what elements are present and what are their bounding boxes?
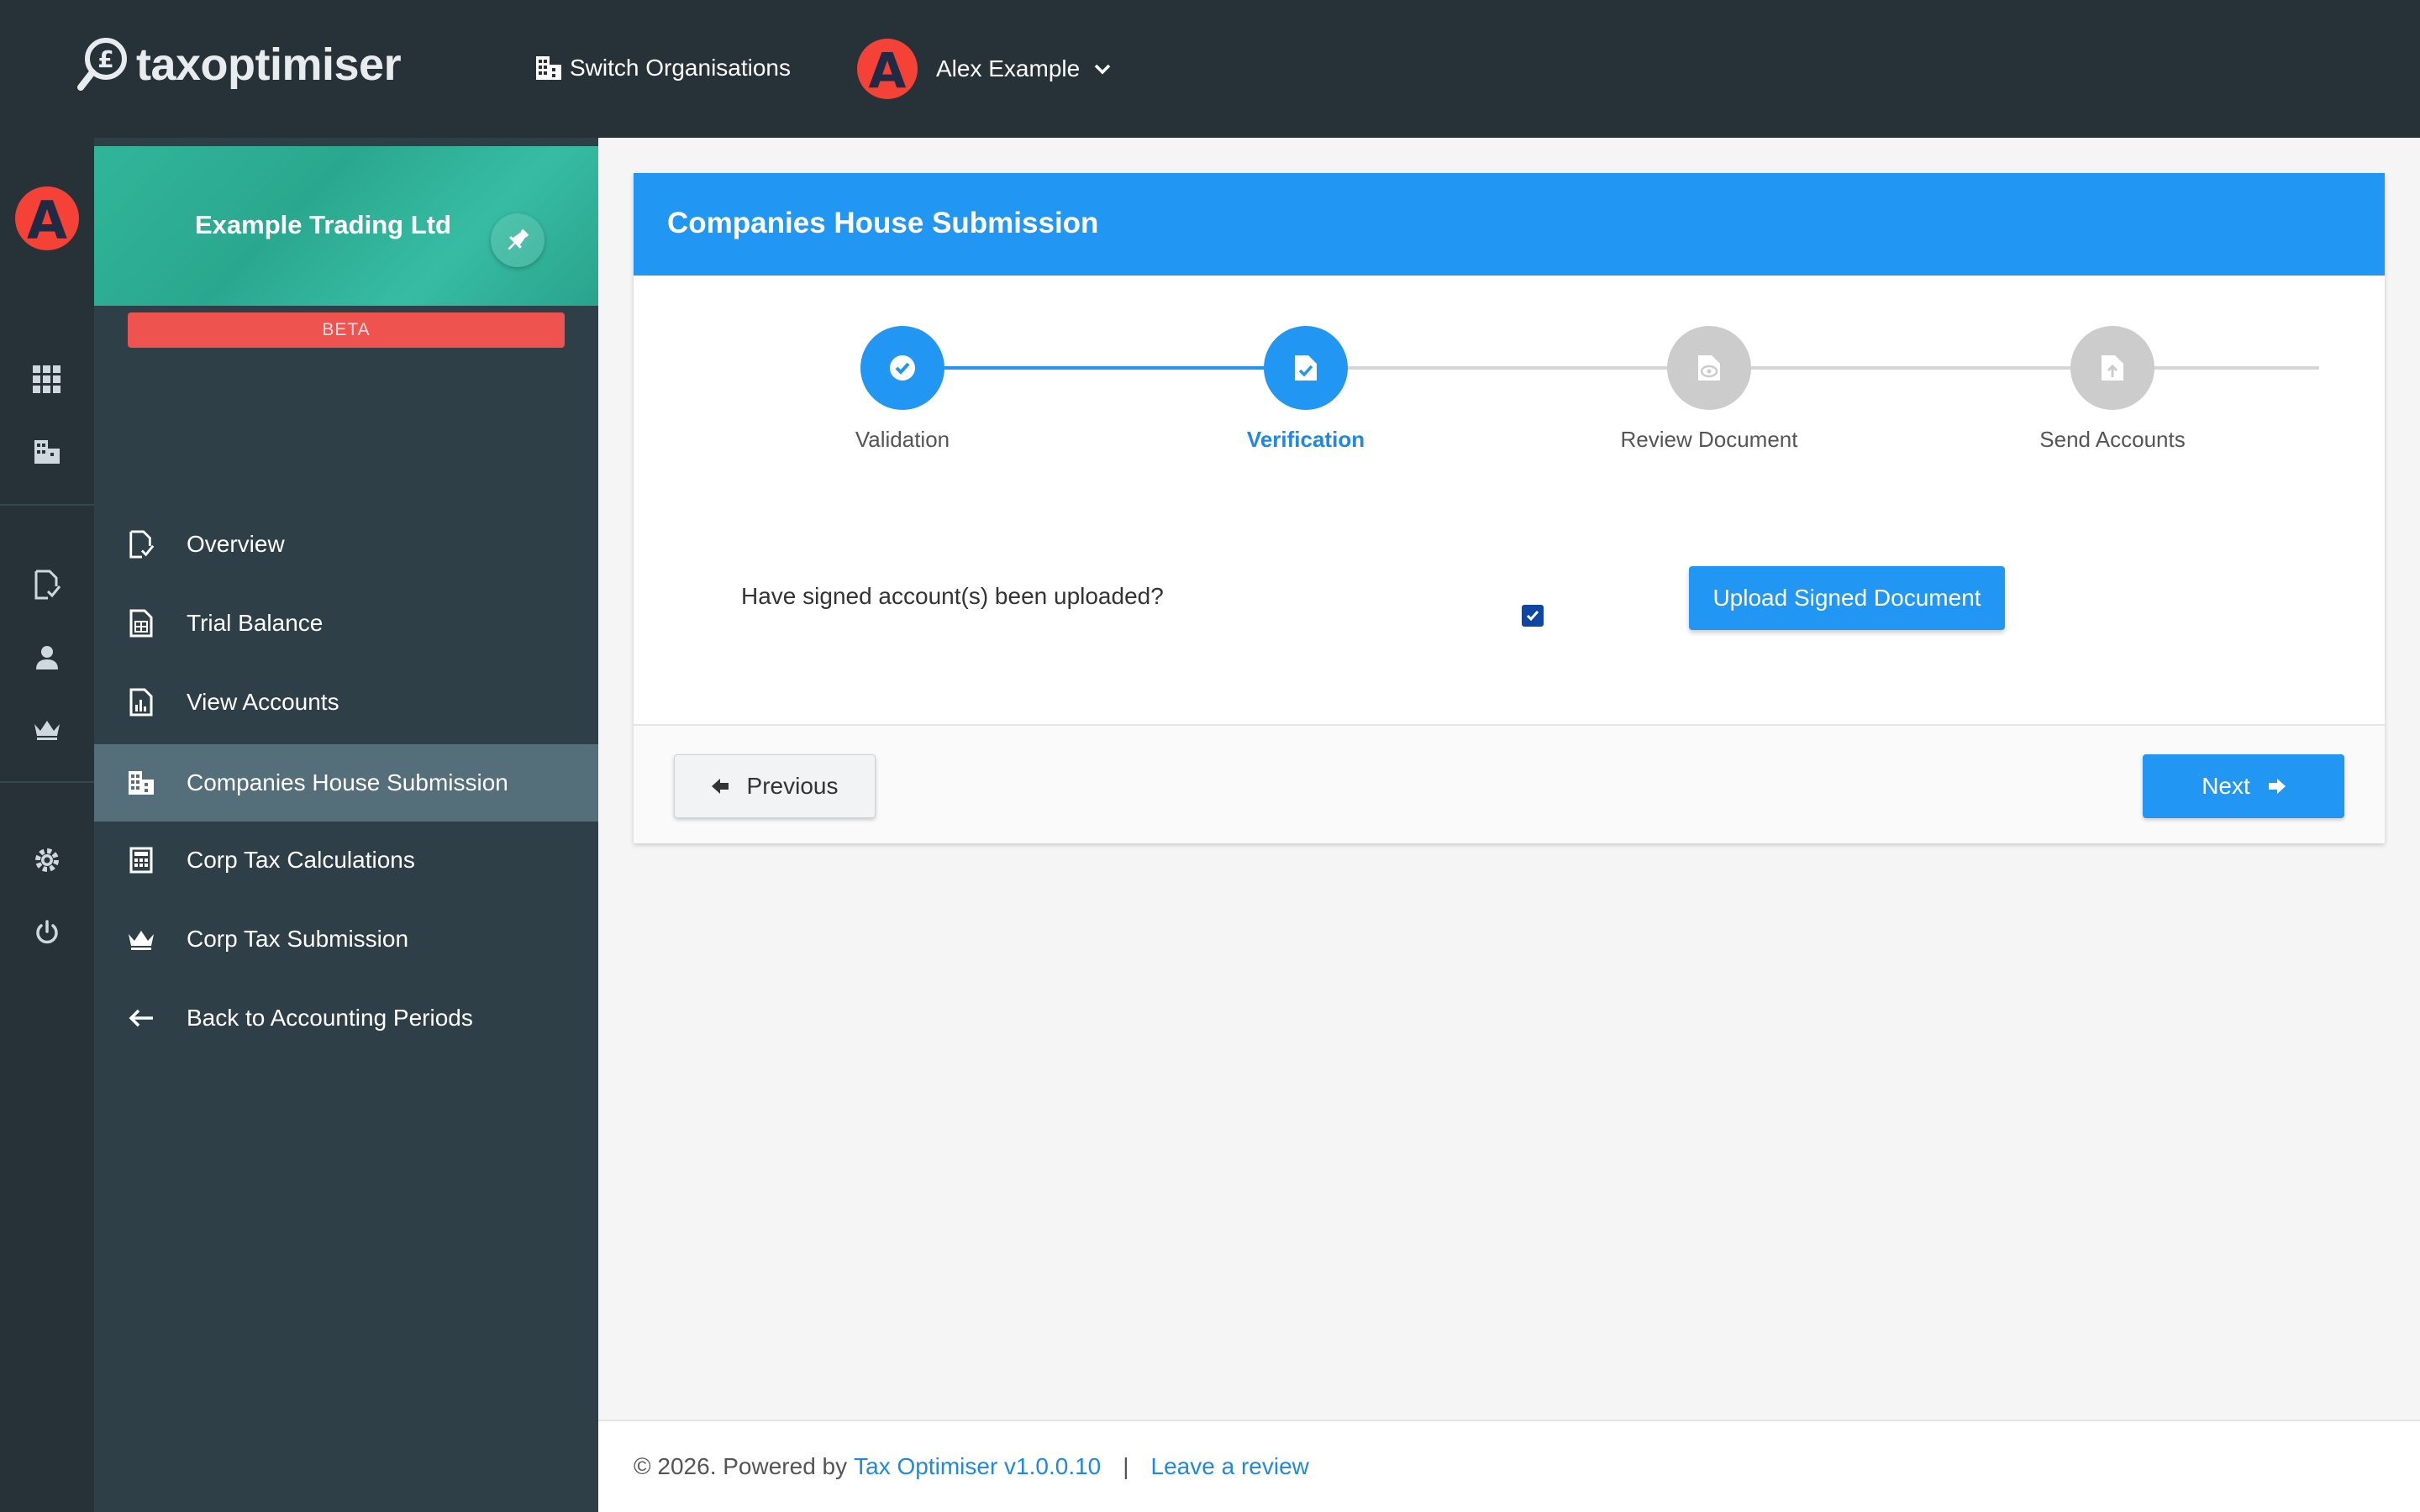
sidebar-item-corp-tax-calculations[interactable]: Corp Tax Calculations [94, 822, 598, 899]
sidebar-item-label: Back to Accounting Periods [187, 1005, 473, 1031]
sidebar-item-label: Overview [187, 531, 285, 557]
upload-signed-document-button[interactable]: Upload Signed Document [1689, 566, 2005, 630]
card-footer: Previous Next [634, 724, 2385, 843]
person-icon[interactable] [30, 640, 64, 674]
step-validation[interactable]: Validation [776, 326, 1028, 453]
building-icon[interactable] [30, 435, 64, 469]
org-name: Example Trading Ltd [195, 210, 451, 239]
document-check-icon[interactable] [30, 568, 64, 601]
step-label: Verification [1246, 427, 1365, 452]
previous-label: Previous [746, 773, 839, 799]
avatar: A [857, 39, 918, 99]
arrow-left-icon [124, 1001, 158, 1035]
power-icon[interactable] [30, 916, 64, 949]
switch-organisations-label: Switch Organisations [570, 55, 792, 81]
sidebar-item-label: Corp Tax Calculations [187, 847, 415, 873]
step-label: Review Document [1620, 427, 1798, 452]
svg-text:A: A [27, 190, 67, 250]
pin-icon [508, 228, 529, 250]
submission-card: Companies House Submission Validation Ve… [634, 173, 2385, 843]
svg-text:A: A [869, 42, 907, 99]
switch-organisations-link[interactable]: Switch Organisations [534, 49, 791, 87]
logo-text: taxoptimiser [136, 39, 402, 90]
tax-optimiser-link[interactable]: Tax Optimiser v1.0.0.10 [854, 1453, 1101, 1480]
rail-avatar[interactable]: A [15, 186, 79, 250]
building-icon [536, 56, 561, 80]
calculator-icon [124, 843, 158, 877]
spreadsheet-icon [124, 606, 158, 640]
sidebar-item-label: View Accounts [187, 689, 339, 715]
org-banner: Example Trading Ltd [94, 146, 598, 306]
signed-accounts-checkbox[interactable] [1522, 605, 1544, 627]
icon-rail: A [0, 138, 94, 1512]
arrow-left-icon [711, 779, 729, 794]
document-check-icon [1264, 326, 1348, 410]
chevron-down-icon [1094, 64, 1111, 75]
page-title: Companies House Submission [667, 207, 1099, 239]
pin-button[interactable] [491, 213, 544, 267]
logo[interactable]: £ taxoptimiser [76, 35, 402, 94]
sidebar-item-corp-tax-submission[interactable]: Corp Tax Submission [94, 900, 598, 978]
building-icon [124, 766, 158, 800]
apps-grid-icon[interactable] [30, 363, 64, 396]
arrow-right-icon [2268, 779, 2286, 794]
beta-badge: BETA [128, 312, 565, 348]
magnifier-pound-icon: £ [77, 38, 127, 91]
document-upload-icon [2070, 326, 2154, 410]
step-label: Send Accounts [2039, 427, 2186, 452]
sidebar-item-trial-balance[interactable]: Trial Balance [94, 585, 598, 662]
sidebar-item-view-accounts[interactable]: View Accounts [94, 664, 598, 741]
next-label: Next [2202, 773, 2250, 799]
sidebar-item-label: Trial Balance [187, 610, 324, 636]
rail-divider [0, 781, 94, 783]
step-review-document[interactable]: Review Document [1583, 326, 1835, 453]
rail-divider [0, 504, 94, 506]
top-bar: £ taxoptimiser Switch Organisations A Al… [0, 0, 2420, 138]
sidebar-item-label: Corp Tax Submission [187, 926, 409, 952]
step-label: Validation [855, 427, 950, 452]
sidebar-item-label: Companies House Submission [187, 769, 508, 795]
footer-text: © 2026. Powered by Tax Optimiser v1.0.0.… [634, 1453, 1309, 1480]
user-menu[interactable]: A Alex Example [857, 39, 1112, 99]
check-circle-icon [860, 326, 944, 410]
svg-text:£: £ [97, 45, 113, 73]
document-check-icon [124, 528, 158, 561]
step-send-accounts[interactable]: Send Accounts [1986, 326, 2238, 453]
sidebar-item-back-to-accounting-periods[interactable]: Back to Accounting Periods [94, 979, 598, 1057]
user-name: Alex Example [936, 55, 1081, 81]
checkmark-icon [1526, 611, 1539, 622]
crown-icon [124, 922, 158, 956]
step-verification[interactable]: Verification [1180, 326, 1432, 453]
document-view-icon [1667, 326, 1751, 410]
footer-separator: | [1123, 1453, 1129, 1479]
gear-icon[interactable] [30, 843, 64, 877]
next-button[interactable]: Next [2143, 754, 2344, 818]
report-chart-icon [124, 685, 158, 719]
sidebar-item-companies-house-submission[interactable]: Companies House Submission [94, 744, 598, 822]
leave-review-link[interactable]: Leave a review [1151, 1453, 1309, 1480]
copyright-text: © 2026. Powered by [634, 1453, 848, 1479]
card-header: Companies House Submission [634, 173, 2385, 276]
crown-icon[interactable] [30, 712, 64, 746]
sidebar-item-overview[interactable]: Overview [94, 506, 598, 583]
signed-accounts-question: Have signed account(s) been uploaded? [741, 583, 1164, 609]
sidebar: Example Trading Ltd BETA Overview Trial … [94, 138, 598, 1512]
page-footer: © 2026. Powered by Tax Optimiser v1.0.0.… [598, 1420, 2420, 1512]
previous-button[interactable]: Previous [674, 754, 876, 818]
